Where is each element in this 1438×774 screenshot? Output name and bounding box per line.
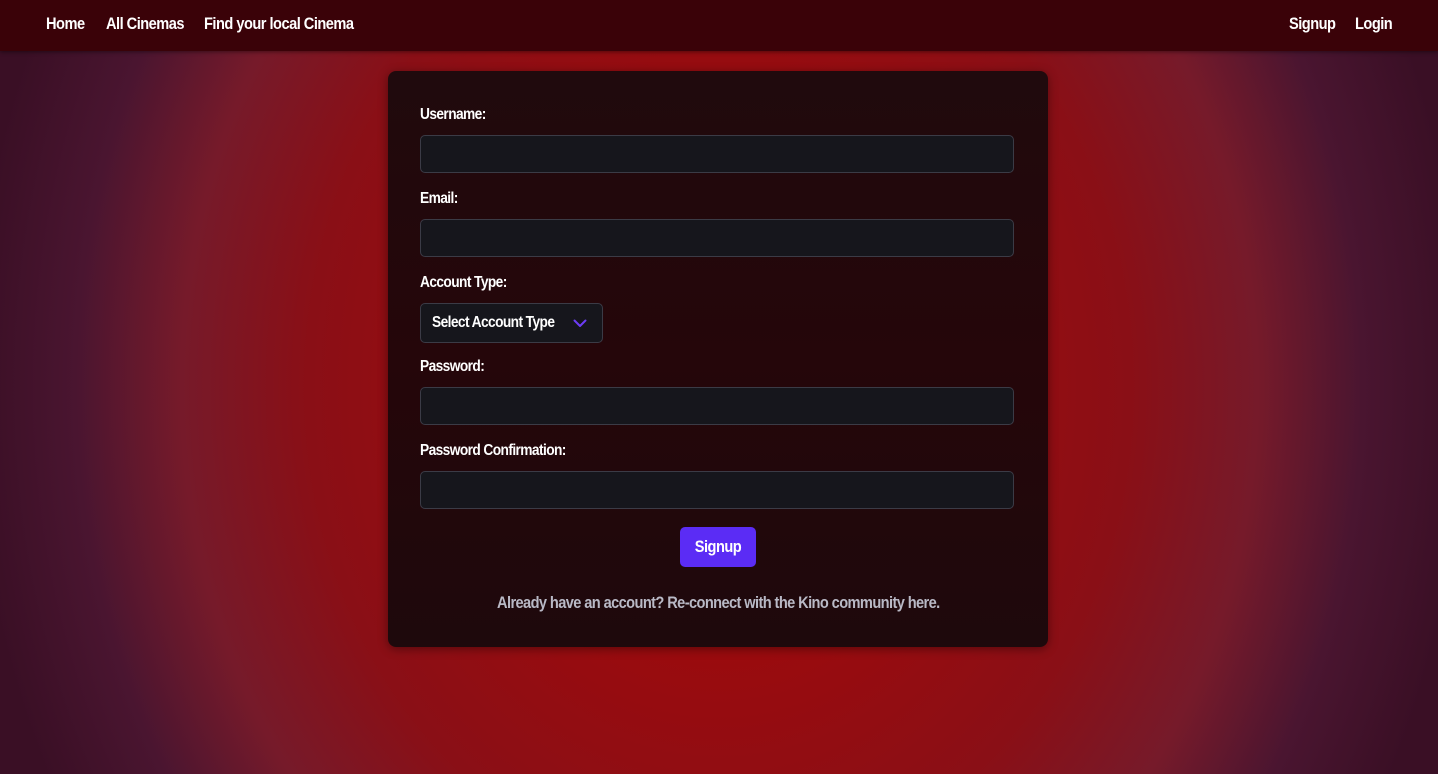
username-label: Username: xyxy=(420,106,486,123)
account-type-select[interactable]: Select Account Type xyxy=(420,303,603,343)
chevron-down-icon xyxy=(573,319,587,327)
nav-all-cinemas-link[interactable]: All Cinemas xyxy=(106,14,185,34)
login-prompt-text: Already have an account? Re-connect with… xyxy=(496,593,940,612)
nav-login-link[interactable]: Login xyxy=(1355,14,1393,34)
signup-submit-button[interactable]: Signup xyxy=(680,527,756,567)
email-label: Email: xyxy=(420,190,458,207)
nav-home-link[interactable]: Home xyxy=(46,14,85,34)
password-label: Password: xyxy=(420,358,485,375)
top-navbar: Home All Cinemas Find your local Cinema … xyxy=(0,0,1438,51)
account-type-selected-value: Select Account Type xyxy=(432,314,555,331)
username-input[interactable] xyxy=(420,135,1014,173)
account-type-label: Account Type: xyxy=(420,274,507,291)
password-input[interactable] xyxy=(420,387,1014,425)
password-confirmation-label: Password Confirmation: xyxy=(420,442,566,459)
nav-find-cinema-link[interactable]: Find your local Cinema xyxy=(204,14,354,34)
nav-signup-link[interactable]: Signup xyxy=(1289,14,1336,34)
signup-card: Username: Email: Account Type: Select Ac… xyxy=(388,71,1048,647)
signup-submit-label: Signup xyxy=(694,537,742,556)
email-input[interactable] xyxy=(420,219,1014,257)
password-confirmation-input[interactable] xyxy=(420,471,1014,509)
login-prompt[interactable]: Already have an account? Re-connect with… xyxy=(388,593,1048,613)
